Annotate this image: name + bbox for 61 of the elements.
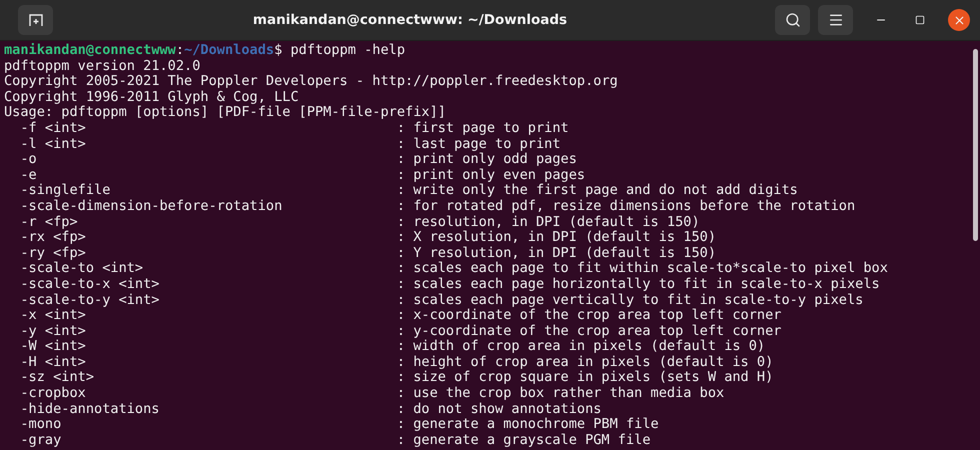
option-description: : Y resolution, in DPI (default is 150) — [396, 246, 716, 262]
close-button[interactable] — [948, 9, 970, 31]
prompt-path: ~/Downloads — [184, 43, 274, 59]
option-name: -W <int> — [20, 338, 86, 354]
option-description: : do not show annotations — [396, 402, 602, 418]
option-name: -hide-annotations — [20, 400, 160, 417]
option-name: -gray — [20, 432, 62, 448]
option-description: : last page to print — [396, 136, 561, 152]
menu-icon — [828, 12, 844, 28]
option-name: -y <int> — [20, 322, 86, 339]
option-description: : size of crop square in pixels (sets W and H) — [396, 370, 774, 386]
new-tab-button[interactable] — [18, 5, 53, 35]
option-description: : y-coordinate of the crop area top left corner — [396, 324, 782, 340]
output-line: Copyright 2005-2021 The Poppler Developers - http://poppler.freedesktop.org — [4, 74, 618, 90]
output-line: Usage: pdftoppm [options] [PDF-file [PPM-file-prefix]] — [4, 105, 446, 121]
option-description: : height of crop area in pixels (default is 0) — [396, 354, 774, 370]
window-title: manikandan@connectwww: ~/Downloads — [252, 12, 568, 28]
option-name: -H <int> — [20, 354, 86, 370]
output-line: Copyright 1996-2011 Glyph & Cog, LLC — [4, 90, 299, 106]
option-name: -x <int> — [20, 307, 86, 324]
prompt-separator: : — [176, 43, 184, 59]
menu-button[interactable] — [818, 5, 853, 35]
option-name: -e — [20, 166, 37, 183]
option-name: -rx <fp> — [20, 229, 86, 246]
option-description: : scales each page horizontally to fit in scale-to-x pixels — [396, 276, 880, 292]
option-description: : print only odd pages — [396, 152, 577, 168]
option-description: : generate a monochrome PBM file — [396, 417, 659, 433]
new-tab-icon — [28, 12, 44, 28]
option-name: -o — [20, 151, 37, 168]
maximize-icon — [915, 15, 925, 25]
prompt-user: manikandan@connectwww — [4, 43, 176, 59]
option-description: : use the crop box rather than media box — [396, 386, 724, 402]
option-name: -sz <int> — [20, 369, 94, 386]
option-description: : print only even pages — [396, 168, 586, 184]
output-line: pdftoppm version 21.02.0 — [4, 58, 200, 74]
option-name: -ry <fp> — [20, 244, 86, 261]
command-text: $ pdftoppm -help — [274, 43, 406, 59]
option-name: -scale-to-y <int> — [20, 292, 160, 308]
option-description: : for rotated pdf, resize dimensions before the rotation — [396, 198, 856, 215]
close-icon — [952, 14, 966, 26]
option-name: -l <int> — [20, 136, 86, 152]
option-name: -scale-dimension-before-rotation — [20, 198, 282, 214]
option-name: -singlefile — [20, 182, 110, 198]
option-description: : first page to print — [396, 120, 569, 137]
option-name: -mono — [20, 416, 62, 432]
option-description: : X resolution, in DPI (default is 150) — [396, 230, 716, 246]
option-description: : width of crop area in pixels (default is 0) — [396, 339, 766, 355]
search-button[interactable] — [775, 5, 810, 35]
search-icon — [784, 12, 800, 28]
option-name: -scale-to-x <int> — [20, 276, 160, 292]
option-description: : resolution, in DPI (default is 150) — [396, 214, 700, 230]
option-name: -scale-to <int> — [20, 260, 144, 276]
option-name: -f <int> — [20, 120, 86, 136]
option-name: -r <fp> — [20, 214, 78, 230]
option-description: : x-coordinate of the crop area top left corner — [396, 308, 782, 324]
option-description: : scales each page vertically to fit in scale-to-y pixels — [396, 292, 864, 308]
scrollbar-thumb[interactable] — [972, 49, 978, 241]
option-description: : generate a grayscale PGM file — [396, 432, 651, 448]
option-description: : scales each page to fit within scale-to*scale-to pixel box — [396, 261, 888, 277]
option-name: -cropbox — [20, 385, 86, 402]
option-description: : write only the first page and do not add digits — [396, 183, 798, 199]
